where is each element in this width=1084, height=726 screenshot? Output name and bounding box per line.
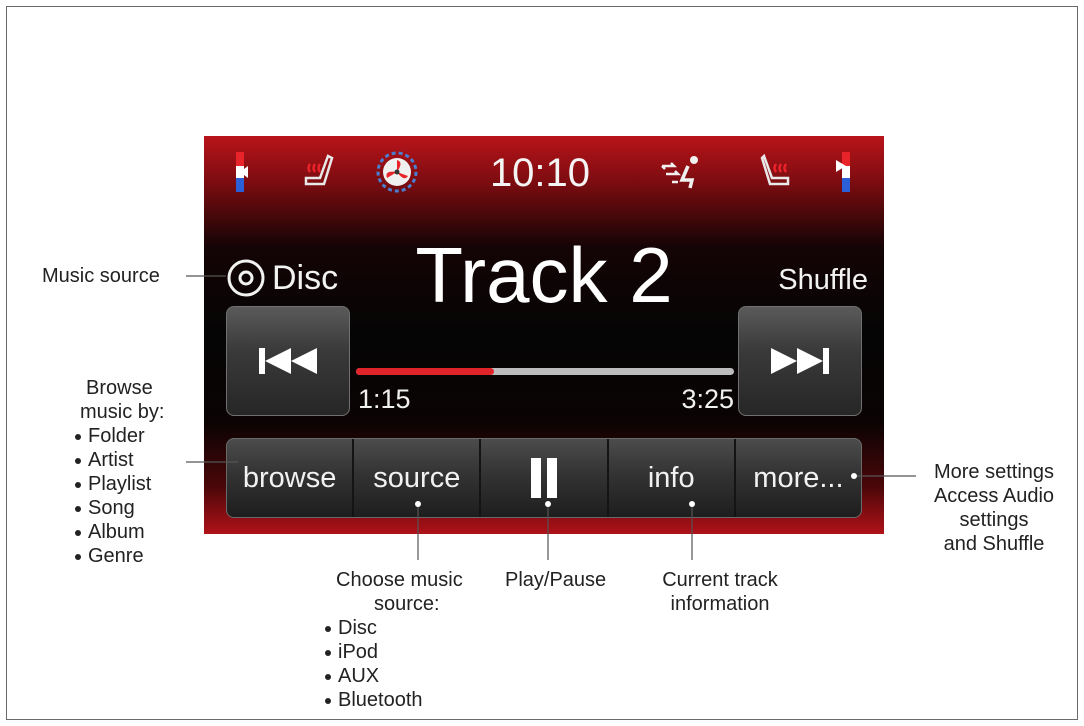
more-callout-line-4: and Shuffle: [943, 533, 1045, 555]
more-callout-line-3: settings: [959, 509, 1029, 531]
browse-callout-title-2: music by:: [80, 401, 165, 423]
browse-callout-title-1: Browse: [86, 377, 153, 399]
list-item: Album: [72, 520, 164, 544]
list-item: Playlist: [72, 472, 164, 496]
more-callout-line-2: Access Audio: [933, 485, 1055, 507]
more-callout-line-1: More settings: [933, 461, 1055, 483]
source-callout: Choose music source: Disc iPod AUX Bluet…: [322, 568, 463, 712]
play-pause-callout: Play/Pause: [505, 569, 607, 591]
browse-options-list: Folder Artist Playlist Song Album Genre: [72, 424, 164, 568]
list-item: Folder: [72, 424, 164, 448]
info-callout-line-1: Current track: [662, 569, 778, 591]
info-callout: Current track information: [640, 568, 800, 616]
source-callout-title-2: source:: [374, 593, 440, 615]
list-item: Bluetooth: [322, 688, 463, 712]
list-item: Song: [72, 496, 164, 520]
source-options-list: Disc iPod AUX Bluetooth: [322, 616, 463, 712]
callout-lines: [186, 275, 916, 560]
source-callout-title-1: Choose music: [336, 569, 463, 591]
info-callout-line-2: information: [670, 593, 770, 615]
music-source-callout: Music source: [42, 265, 160, 287]
list-item: iPod: [322, 640, 463, 664]
list-item: Genre: [72, 544, 164, 568]
browse-callout: Browse music by: Folder Artist Playlist …: [72, 376, 164, 568]
list-item: Disc: [322, 616, 463, 640]
list-item: Artist: [72, 448, 164, 472]
more-callout: More settings Access Audio settings and …: [914, 460, 1074, 556]
list-item: AUX: [322, 664, 463, 688]
